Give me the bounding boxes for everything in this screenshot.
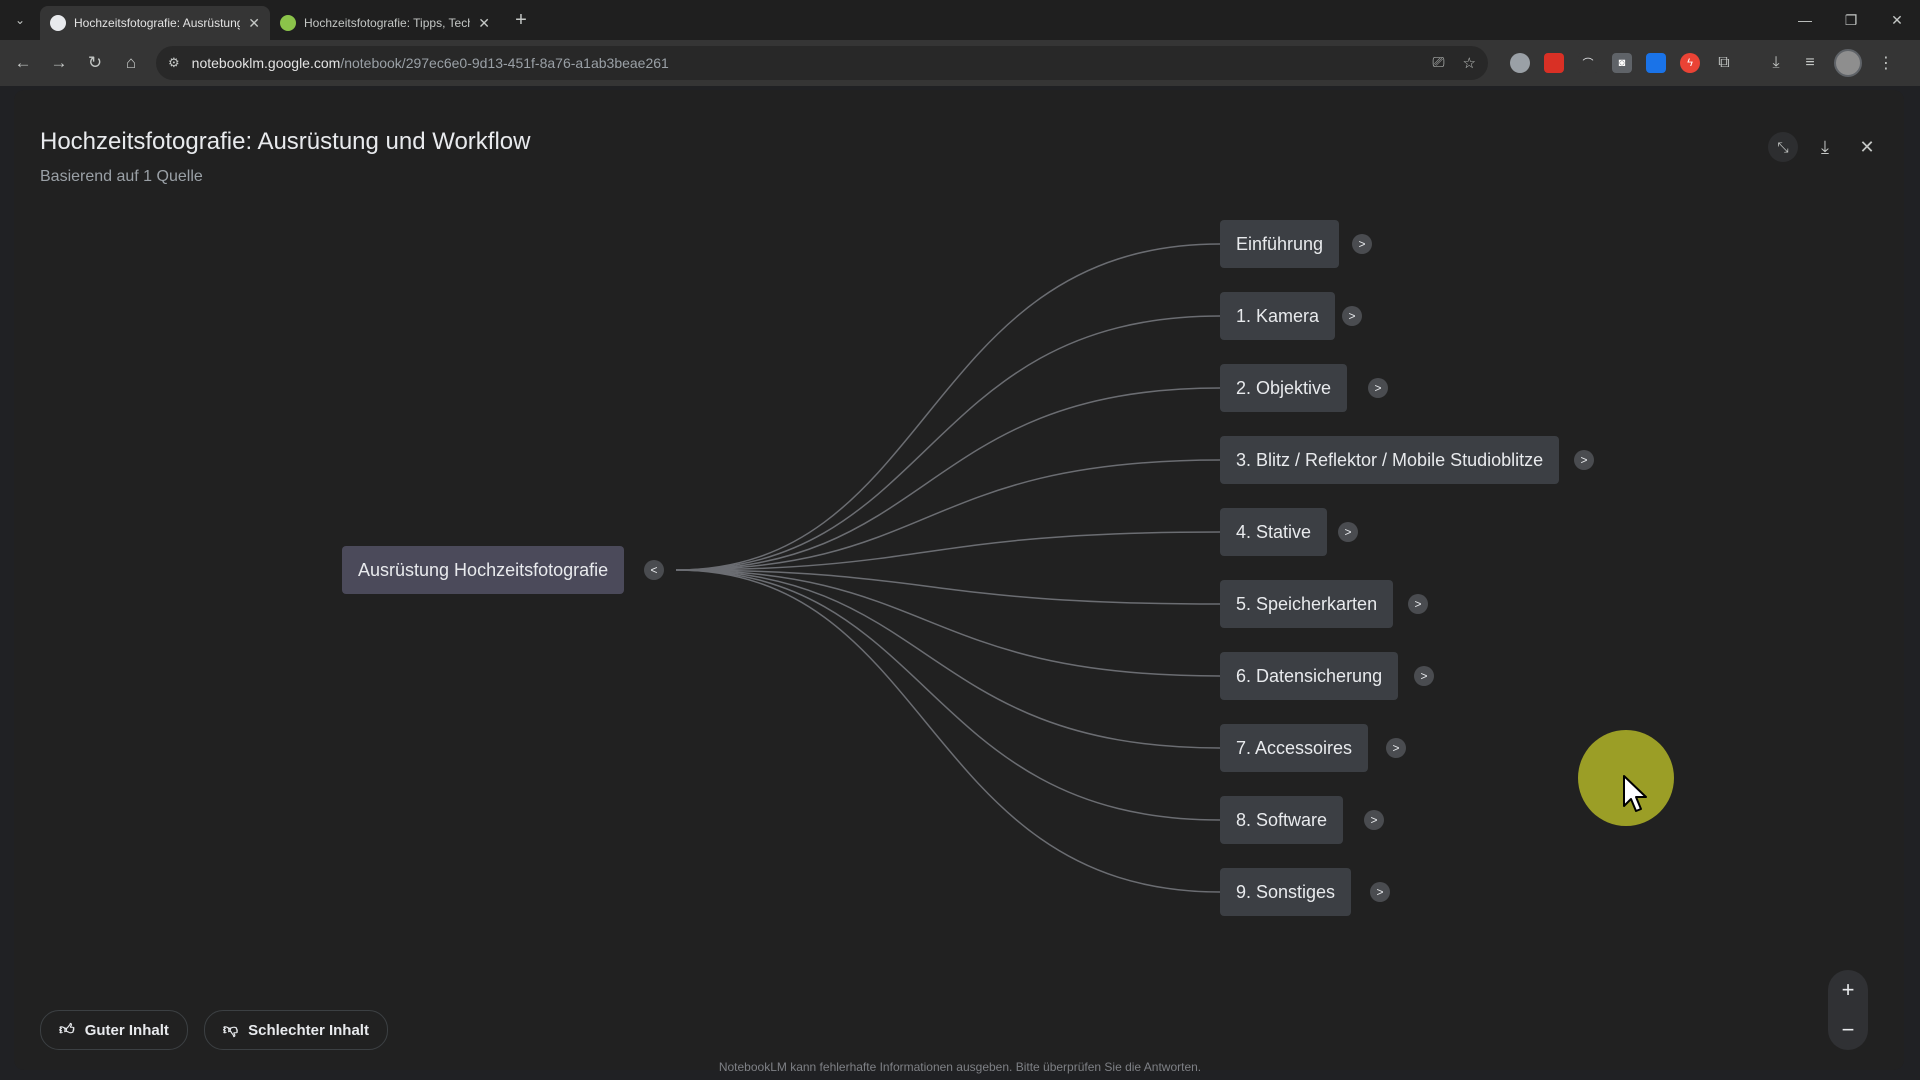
notebooklm-page: Hochzeitsfotografie: Ausrüstung und Work…: [0, 86, 1920, 1080]
mindmap-node-einfuehrung[interactable]: Einführung: [1220, 220, 1340, 268]
expand-chevron-icon[interactable]: >: [1574, 450, 1594, 470]
bad-content-button[interactable]: 👎︎ Schlechter Inhalt: [203, 1010, 388, 1050]
window-controls: — ❐ ✕: [1782, 0, 1920, 40]
connector-line-3: [675, 459, 1221, 571]
tab-close-icon[interactable]: ✕: [248, 15, 260, 32]
mouse-pointer-icon: [1623, 775, 1647, 812]
expand-chevron-icon[interactable]: >: [1414, 666, 1434, 686]
mindmap-node-sonstiges[interactable]: 9. Sonstiges: [1220, 868, 1352, 916]
connector-line-8: [675, 569, 1221, 821]
extensions-bar: ⌒ ◙ ϟ ⧉ ⤓ ≡ ⋮: [1510, 49, 1896, 77]
connector-line-0: [675, 243, 1221, 571]
mindmap-node-objektive[interactable]: 2. Objektive: [1220, 364, 1348, 412]
connector-line-9: [675, 569, 1221, 893]
node-label: Ausrüstung Hochzeitsfotografie: [358, 559, 609, 580]
zoom-controls: + −: [1828, 970, 1868, 1050]
expand-chevron-icon[interactable]: >: [1342, 306, 1362, 326]
extension-flash-icon[interactable]: ϟ: [1680, 53, 1700, 73]
connector-line-6: [675, 569, 1221, 677]
expand-chevron-icon[interactable]: >: [1368, 378, 1388, 398]
mindmap-node-speicherkarten[interactable]: 5. Speicherkarten: [1220, 580, 1394, 628]
node-label: 3. Blitz / Reflektor / Mobile Studioblit…: [1236, 449, 1544, 470]
expand-chevron-icon[interactable]: >: [1386, 738, 1406, 758]
feedback-bar: 👍︎ Guter Inhalt 👎︎ Schlechter Inhalt: [40, 1010, 388, 1050]
tab-close-icon[interactable]: ✕: [478, 15, 490, 32]
expand-chevron-icon[interactable]: >: [1408, 594, 1428, 614]
mindmap-node-datensicherung[interactable]: 6. Datensicherung: [1220, 652, 1399, 700]
collapse-chevron-icon[interactable]: <: [644, 560, 664, 580]
extension-camera-icon[interactable]: ◙: [1612, 53, 1632, 73]
thumbs-up-icon: 👍︎: [59, 1021, 75, 1038]
mindmap-node-kamera[interactable]: 1. Kamera: [1220, 292, 1336, 340]
minimize-icon[interactable]: —: [1782, 0, 1828, 40]
connector-line-2: [675, 387, 1221, 571]
node-label: 7. Accessoires: [1236, 737, 1353, 758]
site-favicon-icon: [280, 15, 296, 31]
extension-blue-icon[interactable]: [1646, 53, 1666, 73]
node-label: Einführung: [1236, 233, 1324, 254]
mindmap-node-blitz[interactable]: 3. Blitz / Reflektor / Mobile Studioblit…: [1220, 436, 1560, 484]
mindmap-panel: Hochzeitsfotografie: Ausrüstung und Work…: [14, 90, 1904, 1070]
browser-tab-strip: ⌄ Hochzeitsfotografie: Ausrüstung und Wo…: [0, 0, 1920, 40]
extension-red-icon[interactable]: [1544, 53, 1564, 73]
expand-chevron-icon[interactable]: >: [1338, 522, 1358, 542]
connector-line-1: [675, 315, 1221, 571]
mindmap-connectors: [675, 243, 1221, 893]
install-app-icon[interactable]: ⎚: [1433, 54, 1445, 72]
profile-avatar[interactable]: [1834, 49, 1862, 77]
extensions-puzzle-icon[interactable]: ⧉: [1714, 53, 1734, 73]
home-icon[interactable]: ⌂: [114, 46, 148, 80]
expand-chevron-icon[interactable]: >: [1370, 882, 1390, 902]
site-settings-icon[interactable]: ⚙: [168, 55, 180, 71]
node-label: 4. Stative: [1236, 521, 1312, 542]
browser-tab[interactable]: Hochzeitsfotografie: Tipps, Technik ✕: [270, 6, 500, 40]
mindmap-root-node[interactable]: Ausrüstung Hochzeitsfotografie: [342, 546, 625, 594]
connector-line-5: [675, 569, 1221, 605]
reload-icon[interactable]: ↻: [78, 46, 112, 80]
thumbs-down-icon: 👎︎: [222, 1021, 239, 1038]
mindmap-node-software[interactable]: 8. Software: [1220, 796, 1344, 844]
tab-title: Hochzeitsfotografie: Ausrüstung und Work…: [74, 16, 241, 30]
tab-search-chevron-icon[interactable]: ⌄: [0, 0, 40, 40]
node-label: 9. Sonstiges: [1236, 881, 1336, 902]
bookmark-star-icon[interactable]: ☆: [1463, 54, 1476, 72]
node-label: 8. Software: [1236, 809, 1328, 830]
node-label: 6. Datensicherung: [1236, 665, 1383, 686]
mindmap-node-stative[interactable]: 4. Stative: [1220, 508, 1328, 556]
url-path: /notebook/297ec6e0-9d13-451f-8a76-a1ab3b…: [340, 55, 669, 71]
good-content-button[interactable]: 👍︎ Guter Inhalt: [40, 1010, 188, 1050]
window-close-icon[interactable]: ✕: [1874, 0, 1920, 40]
mindmap-node-accessoires[interactable]: 7. Accessoires: [1220, 724, 1369, 772]
connector-line-7: [675, 569, 1221, 749]
back-arrow-icon[interactable]: ←: [6, 46, 40, 80]
address-bar[interactable]: ⚙ notebooklm.google.com /notebook/297ec6…: [156, 46, 1488, 80]
node-label: 1. Kamera: [1236, 305, 1320, 326]
tab-title: Hochzeitsfotografie: Tipps, Technik: [304, 16, 470, 30]
new-tab-plus-icon[interactable]: +: [506, 9, 536, 32]
url-host: notebooklm.google.com: [191, 55, 341, 71]
connector-line-4: [675, 531, 1221, 571]
expand-chevron-icon[interactable]: >: [1364, 810, 1384, 830]
node-label: 5. Speicherkarten: [1236, 593, 1378, 614]
good-content-label: Guter Inhalt: [84, 1021, 169, 1039]
extension-wave-icon[interactable]: ⌒: [1578, 53, 1598, 73]
forward-arrow-icon[interactable]: →: [42, 46, 76, 80]
zoom-in-icon[interactable]: +: [1842, 977, 1855, 1003]
restore-icon[interactable]: ❐: [1828, 0, 1874, 40]
downloads-icon[interactable]: ⤓: [1766, 53, 1786, 73]
expand-chevron-icon[interactable]: >: [1352, 234, 1372, 254]
bad-content-label: Schlechter Inhalt: [248, 1021, 369, 1039]
disclaimer-text: NotebookLM kann fehlerhafte Informatione…: [718, 1060, 1202, 1074]
browser-toolbar: ← → ↻ ⌂ ⚙ notebooklm.google.com /noteboo…: [0, 40, 1920, 86]
browser-menu-icon[interactable]: ⋮: [1876, 53, 1896, 73]
browser-tab-active[interactable]: Hochzeitsfotografie: Ausrüstung und Work…: [40, 6, 270, 40]
media-controls-icon[interactable]: ≡: [1800, 53, 1820, 73]
node-label: 2. Objektive: [1236, 377, 1332, 398]
notebooklm-favicon-icon: [50, 15, 66, 31]
zoom-out-icon[interactable]: −: [1842, 1017, 1855, 1043]
extension-grey-icon[interactable]: [1510, 53, 1530, 73]
